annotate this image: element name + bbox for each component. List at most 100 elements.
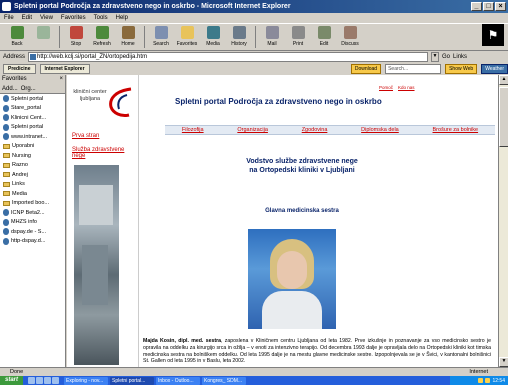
folder-icon <box>3 162 10 168</box>
menu-favorites[interactable]: Favorites <box>61 13 86 23</box>
predicine-button[interactable]: Predicine <box>3 64 36 74</box>
menu-view[interactable]: View <box>40 13 53 23</box>
add-favorite-button[interactable]: Add... <box>2 84 18 93</box>
show-web-button[interactable]: Show Web <box>445 64 478 74</box>
toolbar-search-input[interactable]: Search... <box>385 64 442 74</box>
vertical-scrollbar[interactable]: ▲ ▼ <box>498 75 508 367</box>
favorites-item[interactable]: Spletni portal <box>0 94 65 104</box>
favorites-item-label: http-dspay.d... <box>11 238 46 245</box>
favorites-item[interactable]: ICNP Beta2... <box>0 208 65 218</box>
download-button[interactable]: Download <box>350 64 382 74</box>
start-button[interactable]: start <box>0 376 24 385</box>
favorites-item[interactable]: Razno <box>0 161 65 171</box>
menu-tools[interactable]: Tools <box>94 13 108 23</box>
favorites-item[interactable]: www.intranet... <box>0 132 65 142</box>
task-kongres[interactable]: Kongres_ SDM... <box>202 376 247 385</box>
page-icon <box>3 123 9 131</box>
decorative-photo-strip <box>74 165 119 365</box>
system-tray: 12:54 <box>450 376 508 385</box>
maximize-button[interactable]: □ <box>483 2 494 11</box>
favorites-item[interactable]: Andrej <box>0 170 65 180</box>
menu-bar: File Edit View Favorites Tools Help <box>0 13 508 23</box>
about-link[interactable]: Kdo nas <box>398 85 415 90</box>
scroll-down-icon[interactable]: ▼ <box>499 357 508 367</box>
links-button[interactable]: Links <box>453 54 467 60</box>
page-icon <box>3 95 9 103</box>
tray-icon[interactable] <box>485 378 491 383</box>
window-title-bar[interactable]: Spletni portal Področja za zdravstveno n… <box>0 0 508 13</box>
quick-launch-icon[interactable] <box>36 377 44 384</box>
back-button[interactable]: Back <box>4 24 30 51</box>
role-subheading: Glavna medicinska sestra <box>265 208 339 214</box>
tab-diplomska-dela[interactable]: Diplomska dela <box>361 127 399 133</box>
history-button[interactable]: History <box>226 24 252 51</box>
help-link[interactable]: Pomoč <box>379 85 393 90</box>
organize-favorites-button[interactable]: Org... <box>21 84 36 93</box>
favorites-item[interactable]: Spletni portal <box>0 123 65 133</box>
discuss-icon <box>343 26 357 39</box>
media-button[interactable]: Media <box>200 24 226 51</box>
favorites-item[interactable]: Links <box>0 180 65 190</box>
refresh-button[interactable]: Refresh <box>89 24 115 51</box>
address-dropdown-icon[interactable]: ▼ <box>431 52 440 62</box>
favorites-item[interactable]: MHZS info <box>0 218 65 228</box>
folder-icon <box>3 181 10 187</box>
mail-button[interactable]: Mail <box>259 24 285 51</box>
nav-nursing-service-link[interactable]: Služba zdravstvene nege <box>72 147 138 159</box>
minimize-button[interactable]: _ <box>471 2 482 11</box>
task-exploring[interactable]: Exploring - nov... <box>64 376 109 385</box>
stop-button[interactable]: Stop <box>63 24 89 51</box>
favorites-item-label: Spletni portal <box>11 124 44 131</box>
favorites-item[interactable]: Nursing <box>0 151 65 161</box>
tray-icon[interactable] <box>478 378 484 383</box>
menu-edit[interactable]: Edit <box>22 13 32 23</box>
page-icon <box>3 114 9 122</box>
bio-paragraph: Majda Kosin, dipl. med. sestra, zaposlen… <box>143 338 491 365</box>
favorites-item[interactable]: http-dspay.d... <box>0 237 65 247</box>
favorites-item-label: Stare_portal <box>11 105 41 112</box>
favorites-item[interactable]: Media <box>0 189 65 199</box>
toolbar-separator <box>59 26 60 48</box>
favorites-item[interactable]: dspay.de - S... <box>0 227 65 237</box>
nav-home-link[interactable]: Prva stran <box>72 133 99 139</box>
quick-launch-icon[interactable] <box>52 377 60 384</box>
menu-help[interactable]: Help <box>116 13 128 23</box>
weather-button[interactable]: Weather <box>481 64 508 74</box>
favorites-item[interactable]: Imported boo... <box>0 199 65 209</box>
favorites-button[interactable]: Favorites <box>174 24 200 51</box>
internet-explorer-button[interactable]: Internet Explorer <box>39 64 90 74</box>
quick-launch-icon[interactable] <box>44 377 52 384</box>
tab-brosure-za-bolnike[interactable]: Brošure za bolnike <box>433 127 479 133</box>
go-button[interactable]: Go <box>442 54 450 60</box>
scroll-up-icon[interactable]: ▲ <box>499 75 508 85</box>
home-button[interactable]: Home <box>115 24 141 51</box>
address-input[interactable]: http://web.kclj.si/portal_ZN/ortopedija.… <box>28 52 429 62</box>
toolbar-separator <box>255 26 256 48</box>
favorites-icon <box>180 26 194 39</box>
standard-toolbar: Back Stop Refresh Home Search Favorites … <box>0 23 508 51</box>
close-favorites-icon[interactable]: × <box>59 75 63 84</box>
site-title: Spletni portal Področja za zdravstveno n… <box>175 97 382 106</box>
scroll-thumb[interactable] <box>499 87 508 147</box>
forward-button[interactable] <box>30 24 56 51</box>
favorites-item[interactable]: Klinicni Cent... <box>0 113 65 123</box>
task-inbox[interactable]: Inbox - Outloo... <box>156 376 201 385</box>
close-button[interactable]: × <box>495 2 506 11</box>
section-nav: Filozofija Organizacija Zgodovina Diplom… <box>165 125 495 135</box>
menu-file[interactable]: File <box>4 13 14 23</box>
quick-launch-icon[interactable] <box>28 377 36 384</box>
favorites-item[interactable]: Stare_portal <box>0 104 65 114</box>
kc-logo[interactable]: klinični center ljubljana <box>73 85 133 121</box>
favorites-item[interactable]: Uporabni <box>0 142 65 152</box>
favorites-item-label: Uporabni <box>12 143 35 150</box>
edit-button[interactable]: Edit <box>311 24 337 51</box>
print-button[interactable]: Print <box>285 24 311 51</box>
tab-zgodovina[interactable]: Zgodovina <box>302 127 328 133</box>
task-spletni-portal[interactable]: Spletni portal... <box>110 376 155 385</box>
discuss-button[interactable]: Discuss <box>337 24 363 51</box>
tab-organizacija[interactable]: Organizacija <box>237 127 268 133</box>
favorites-item-label: Klinicni Cent... <box>11 114 47 121</box>
folder-icon <box>3 172 10 178</box>
tab-filozofija[interactable]: Filozofija <box>182 127 204 133</box>
search-button[interactable]: Search <box>148 24 174 51</box>
